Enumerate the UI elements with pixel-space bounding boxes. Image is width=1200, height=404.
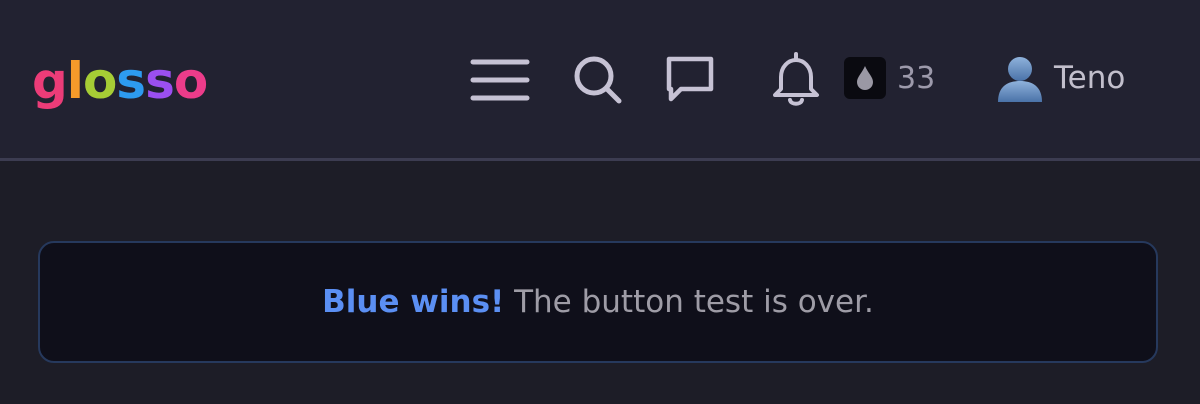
points-indicator[interactable]: 33 xyxy=(844,56,935,100)
chat-bubble-icon[interactable] xyxy=(660,52,720,108)
user-menu[interactable]: Teno xyxy=(992,50,1125,106)
glosso-logo[interactable]: glosso xyxy=(32,46,208,116)
top-header: glosso 33 Teno xyxy=(0,0,1200,158)
logo-letter: g xyxy=(32,52,68,110)
points-count: 33 xyxy=(897,60,936,96)
logo-letter: o xyxy=(173,52,208,110)
banner-text: The button test is over. xyxy=(504,284,874,320)
logo-letter: s xyxy=(116,52,146,110)
logo-letter: s xyxy=(145,52,175,110)
bell-icon[interactable] xyxy=(766,50,826,110)
header-divider xyxy=(0,158,1200,161)
user-icon xyxy=(992,50,1048,106)
logo-letter: l xyxy=(66,52,84,110)
announcement-banner: Blue wins! The button test is over. xyxy=(38,241,1158,363)
search-icon[interactable] xyxy=(570,52,626,108)
banner-highlight: Blue wins! xyxy=(322,284,505,320)
username: Teno xyxy=(1054,60,1126,96)
drop-icon xyxy=(844,57,886,99)
menu-icon[interactable] xyxy=(466,52,534,108)
logo-letter: o xyxy=(82,52,117,110)
banner-message: Blue wins! The button test is over. xyxy=(322,284,874,320)
